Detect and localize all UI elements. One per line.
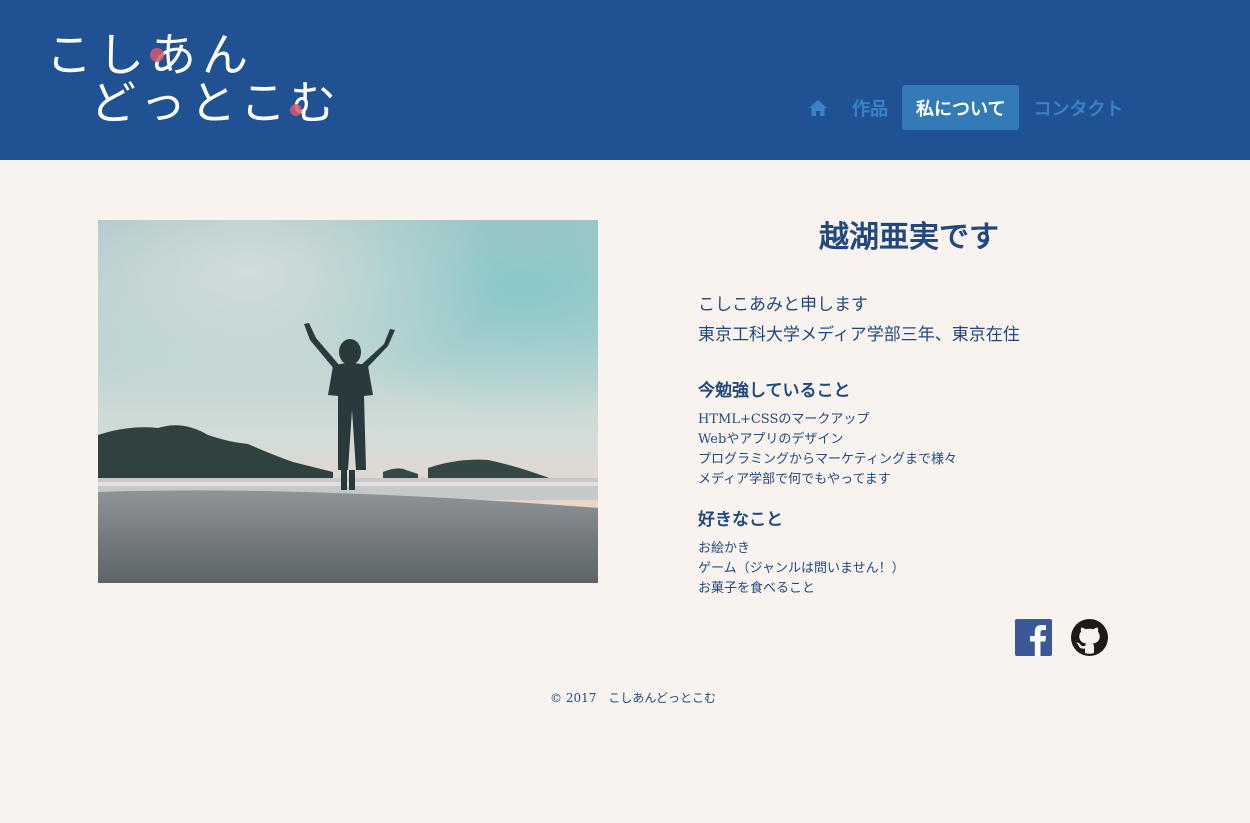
site-logo[interactable]: こしあん どっとこむ [46, 26, 346, 136]
logo-accent-dot [150, 48, 164, 62]
list-item: Webやアプリのデザイン [698, 432, 844, 447]
logo-accent-dot [290, 104, 302, 116]
like-heading: 好きなこと [698, 510, 783, 530]
list-item: HTML+CSSのマークアップ [698, 412, 870, 427]
profile-photo [98, 220, 598, 583]
logo-line2: どっとこむ [90, 76, 340, 130]
nav-about[interactable]: 私について [902, 85, 1020, 130]
profile-title: 越湖亜実です [819, 220, 999, 255]
list-item: メディア学部で何でもやってます [698, 472, 891, 487]
like-list: お絵かき ゲーム（ジャンルは問いません！） お菓子を食べること [698, 539, 905, 599]
nav-home[interactable] [798, 85, 838, 130]
study-list: HTML+CSSのマークアップ Webやアプリのデザイン プログラミングからマー… [698, 410, 957, 490]
facebook-link[interactable] [1015, 619, 1052, 656]
github-link[interactable] [1071, 619, 1108, 656]
study-heading: 今勉強していること [698, 381, 851, 401]
site-header: こしあん どっとこむ 作品 私について コンタクト [0, 0, 1250, 160]
profile-intro: こしこあみと申します 東京工科大学メディア学部三年、東京在住 [698, 290, 1020, 350]
list-item: ゲーム（ジャンルは問いません！） [698, 561, 905, 576]
site-footer: © 2017 こしあんどっとこむ [0, 688, 1250, 708]
nav-works[interactable]: 作品 [838, 85, 902, 130]
list-item: プログラミングからマーケティングまで様々 [698, 452, 957, 467]
silhouette-photo [98, 220, 598, 583]
home-icon [809, 99, 827, 116]
list-item: お絵かき [698, 541, 751, 556]
intro-name-line: こしこあみと申します [698, 295, 868, 315]
nav-contact[interactable]: コンタクト [1019, 85, 1137, 130]
main-nav: 作品 私について コンタクト [798, 85, 1137, 130]
copyright-text: © 2017 こしあんどっとこむ [550, 691, 716, 705]
list-item: お菓子を食べること [698, 581, 816, 596]
facebook-icon [1015, 619, 1052, 656]
intro-school-line: 東京工科大学メディア学部三年、東京在住 [698, 325, 1020, 345]
github-icon [1071, 619, 1108, 656]
